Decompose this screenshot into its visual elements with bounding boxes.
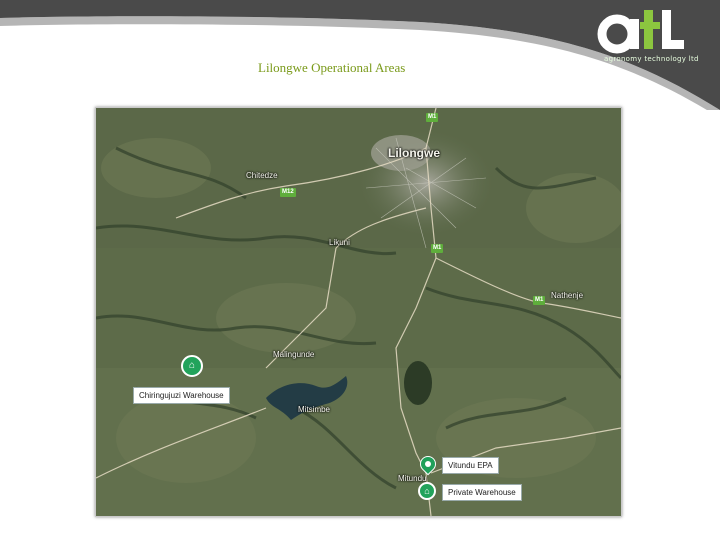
road-badge-m12: M12 [280,188,296,197]
home-icon[interactable]: ⌂ [418,482,436,500]
place-chitedze: Chitedze [246,171,278,180]
place-mitsimbe: Mitsimbe [298,405,331,414]
map-terrain [96,108,621,516]
place-mitundu: Mitundu [398,474,427,483]
road-badge-m1: M1 [533,296,546,305]
home-icon[interactable]: ⌂ [181,355,203,377]
slide-title: Lilongwe Operational Areas [258,60,406,75]
road-badge-m1: M1 [426,113,439,122]
logo-tagline: agronomy technology ltd [604,55,699,63]
place-malingunde: Malingunde [273,350,315,359]
marker-label-private-warehouse[interactable]: Private Warehouse [442,484,522,501]
place-likuni: Likuni [329,238,350,247]
place-lilongwe: Lilongwe [388,146,440,160]
marker-label-chiringujuzi-warehouse[interactable]: Chiringujuzi Warehouse [133,387,230,404]
road-badge-m1: M1 [431,244,444,253]
marker-label-vitundu-epa[interactable]: Vitundu EPA [442,457,499,474]
place-nathenje: Nathenje [551,291,584,300]
satellite-map[interactable]: Lilongwe Chitedze Likuni Nathenje Maling… [95,107,622,517]
